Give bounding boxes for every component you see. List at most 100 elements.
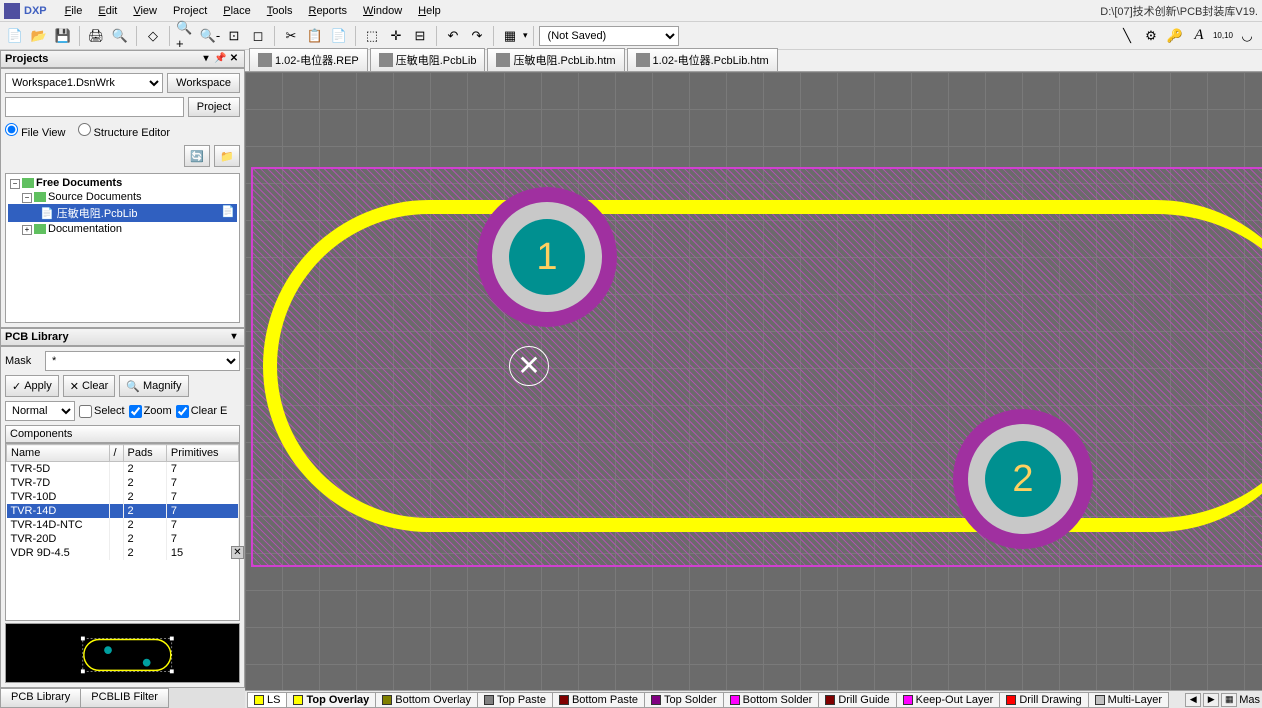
zoom-in-button[interactable]: 🔍+: [175, 25, 197, 47]
folder-button[interactable]: 📁: [214, 145, 240, 167]
pad-2[interactable]: 2: [953, 409, 1093, 549]
copy-button[interactable]: 📋: [304, 25, 326, 47]
layer-tab[interactable]: Drill Drawing: [999, 692, 1088, 708]
menu-reports[interactable]: Reports: [300, 3, 355, 19]
layer-tab[interactable]: Bottom Solder: [723, 692, 820, 708]
open-button[interactable]: 📂: [28, 25, 50, 47]
tool-text-icon[interactable]: A: [1188, 25, 1210, 47]
file-view-radio[interactable]: File View: [5, 123, 66, 139]
collapse-icon[interactable]: −: [22, 193, 32, 203]
print-button[interactable]: 🖨: [85, 25, 107, 47]
menu-tools[interactable]: Tools: [259, 3, 301, 19]
undo-button[interactable]: ↶: [442, 25, 464, 47]
structure-editor-radio[interactable]: Structure Editor: [78, 123, 170, 139]
zoom-fit-button[interactable]: ⊡: [223, 25, 245, 47]
app-title: DXP: [24, 5, 47, 17]
col-pads[interactable]: Pads: [123, 445, 166, 462]
table-row[interactable]: TVR-14D27: [7, 504, 239, 518]
zoom-checkbox[interactable]: Zoom: [129, 405, 172, 418]
layer-tab[interactable]: LS: [247, 692, 287, 708]
normal-select[interactable]: Normal: [5, 401, 75, 421]
clear-checkbox[interactable]: Clear E: [176, 405, 228, 418]
pcb-canvas[interactable]: 1 2: [245, 72, 1262, 690]
project-tree[interactable]: −Free Documents −Source Documents 📄 压敏电阻…: [5, 173, 240, 323]
menu-window[interactable]: Window: [355, 3, 410, 19]
pad-1[interactable]: 1: [477, 187, 617, 327]
doc-tab[interactable]: 压敏电阻.PcbLib.htm: [487, 48, 624, 71]
panel-dropdown-icon[interactable]: ▾: [200, 53, 212, 65]
deselect-button[interactable]: ⊟: [409, 25, 431, 47]
tool-dim-icon[interactable]: 10,10: [1212, 25, 1234, 47]
expand-icon[interactable]: +: [22, 225, 32, 235]
magnify-button[interactable]: 🔍 Magnify: [119, 375, 188, 397]
grid-button[interactable]: ▦: [499, 25, 521, 47]
layer-prev-button[interactable]: ◀: [1185, 693, 1201, 707]
layer-menu-button[interactable]: ▦: [1221, 693, 1237, 707]
save-button[interactable]: 💾: [52, 25, 74, 47]
panel-dropdown-icon[interactable]: ▾: [228, 331, 240, 343]
project-input[interactable]: [5, 97, 184, 117]
layer-tab[interactable]: Top Paste: [477, 692, 553, 708]
tab-pcblib-filter[interactable]: PCBLIB Filter: [80, 688, 169, 708]
saved-combo[interactable]: (Not Saved): [539, 26, 679, 46]
layer-tab[interactable]: Drill Guide: [818, 692, 896, 708]
menu-edit[interactable]: Edit: [90, 3, 125, 19]
projects-panel-header: Projects ▾ 📌 ✕: [0, 50, 245, 68]
doc-tab[interactable]: 压敏电阻.PcbLib: [370, 48, 486, 71]
layer-tab[interactable]: Bottom Paste: [552, 692, 645, 708]
table-row[interactable]: TVR-7D27: [7, 476, 239, 490]
redo-button[interactable]: ↷: [466, 25, 488, 47]
menu-place[interactable]: Place: [215, 3, 259, 19]
menu-file[interactable]: File: [57, 3, 91, 19]
table-row[interactable]: TVR-14D-NTC27: [7, 518, 239, 532]
panel-pin-icon[interactable]: 📌: [214, 53, 226, 65]
select-checkbox[interactable]: Select: [79, 405, 125, 418]
tool-line-icon[interactable]: ╲: [1116, 25, 1138, 47]
new-button[interactable]: 📄: [4, 25, 26, 47]
layer-next-button[interactable]: ▶: [1203, 693, 1219, 707]
clear-button[interactable]: ✕ Clear: [63, 375, 116, 397]
project-button[interactable]: Project: [188, 97, 240, 117]
doc-tab[interactable]: 1.02-电位器.PcbLib.htm: [627, 48, 778, 71]
table-row[interactable]: TVR-5D27: [7, 462, 239, 477]
component-outline[interactable]: [263, 200, 1262, 532]
layer-tab[interactable]: Keep-Out Layer: [896, 692, 1001, 708]
refresh-button[interactable]: 🔄: [184, 145, 210, 167]
tool-key-icon[interactable]: 🔑: [1164, 25, 1186, 47]
layer-tab[interactable]: Bottom Overlay: [375, 692, 478, 708]
tree-file-selected[interactable]: 📄 压敏电阻.PcbLib📄: [8, 204, 237, 222]
move-button[interactable]: ✛: [385, 25, 407, 47]
apply-button[interactable]: ✓ Apply: [5, 375, 59, 397]
preview-button[interactable]: 🔍: [109, 25, 131, 47]
zoom-area-button[interactable]: ◻: [247, 25, 269, 47]
col-name[interactable]: Name: [7, 445, 110, 462]
tool-gear-icon[interactable]: ⚙: [1140, 25, 1162, 47]
menu-project[interactable]: Project: [165, 3, 215, 19]
tab-pcb-library[interactable]: PCB Library: [0, 688, 81, 708]
tool-arc-icon[interactable]: ◡: [1236, 25, 1258, 47]
col-sort[interactable]: /: [109, 445, 123, 462]
menu-view[interactable]: View: [125, 3, 165, 19]
layer-tab[interactable]: Top Solder: [644, 692, 724, 708]
table-row[interactable]: TVR-10D27: [7, 490, 239, 504]
panel-close-icon[interactable]: ✕: [228, 53, 240, 65]
zoom-out-button[interactable]: 🔍-: [199, 25, 221, 47]
panel-close-x[interactable]: ✕: [231, 546, 244, 559]
collapse-icon[interactable]: −: [10, 179, 20, 189]
doc-icon: [636, 53, 650, 67]
menu-help[interactable]: Help: [410, 3, 449, 19]
layer-tab[interactable]: Multi-Layer: [1088, 692, 1169, 708]
workspace-button[interactable]: Workspace: [167, 73, 240, 93]
layers-icon[interactable]: ◇: [142, 25, 164, 47]
table-row[interactable]: TVR-20D27: [7, 532, 239, 546]
components-table[interactable]: Name / Pads Primitives TVR-5D27TVR-7D27T…: [5, 443, 240, 621]
layer-tab[interactable]: Top Overlay: [286, 692, 376, 708]
select-button[interactable]: ⬚: [361, 25, 383, 47]
cut-button[interactable]: ✂: [280, 25, 302, 47]
paste-button[interactable]: 📄: [328, 25, 350, 47]
workspace-select[interactable]: Workspace1.DsnWrk: [5, 73, 163, 93]
doc-tab[interactable]: 1.02-电位器.REP: [249, 48, 368, 71]
table-row[interactable]: VDR 9D-4.5215: [7, 546, 239, 560]
col-primitives[interactable]: Primitives: [166, 445, 238, 462]
mask-select[interactable]: *: [45, 351, 240, 371]
